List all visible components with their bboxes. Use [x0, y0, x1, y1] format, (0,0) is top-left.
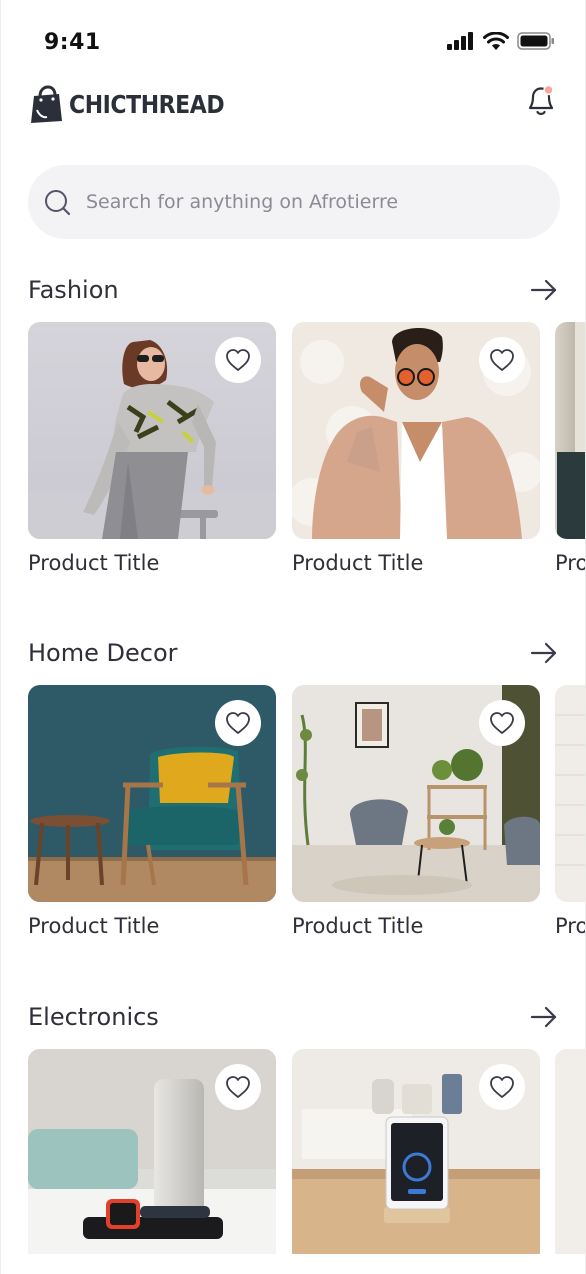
product-card[interactable]: Product Title [292, 322, 540, 575]
heart-icon [226, 712, 250, 734]
product-title: Product Title [292, 551, 424, 575]
favorite-button[interactable] [215, 700, 261, 746]
product-card[interactable]: Pro [555, 322, 586, 575]
favorite-button[interactable] [215, 1064, 261, 1110]
product-title: Product Title [28, 551, 160, 575]
product-card[interactable]: Product Title [292, 685, 540, 938]
wifi-icon [483, 32, 509, 50]
product-card[interactable] [555, 1049, 585, 1266]
product-image[interactable] [292, 1049, 540, 1266]
search-input[interactable] [86, 165, 546, 239]
product-card[interactable] [292, 1049, 540, 1266]
bag-logo-icon [31, 85, 62, 123]
product-carousel[interactable] [28, 1049, 585, 1274]
heart-icon [490, 1076, 514, 1098]
search-bar[interactable] [28, 165, 560, 239]
product-card[interactable]: Pro [555, 685, 586, 938]
product-image[interactable] [292, 322, 540, 539]
brick-wall-image [555, 714, 585, 866]
product-card[interactable]: Product Title [28, 322, 276, 575]
product-carousel[interactable]: Product Title Product Title Pro [28, 322, 586, 582]
product-title-partial: Pro [555, 914, 586, 938]
product-card[interactable]: Product Title [28, 685, 276, 938]
favorite-button[interactable] [479, 700, 525, 746]
arrow-right-icon[interactable] [530, 278, 558, 302]
heart-icon [490, 349, 514, 371]
heart-icon [490, 712, 514, 734]
signal-icon [447, 32, 473, 50]
product-image[interactable] [292, 685, 540, 902]
app-screen: 9:41 CHICTHREAD Search for anything on A… [0, 0, 586, 1274]
screen-bottom-edge [1, 1254, 585, 1274]
favorite-button[interactable] [479, 1064, 525, 1110]
product-image[interactable] [555, 1049, 585, 1266]
product-image[interactable] [28, 1049, 276, 1266]
brand-name: CHICTHREAD [69, 89, 225, 119]
product-image[interactable] [555, 322, 585, 539]
arrow-right-icon[interactable] [530, 641, 558, 665]
product-image[interactable] [555, 685, 585, 902]
section-header: Home Decor [28, 633, 560, 673]
section-header: Electronics [28, 997, 560, 1037]
app-header: CHICTHREAD [1, 80, 585, 140]
product-image[interactable] [28, 322, 276, 539]
product-carousel[interactable]: Product Title Product Title Pro [28, 685, 586, 945]
favorite-button[interactable] [215, 337, 261, 383]
section-title: Fashion [28, 276, 119, 304]
kitchen-partial-image [555, 1049, 585, 1266]
bell-icon [528, 84, 554, 115]
battery-icon [517, 32, 554, 50]
status-icons [447, 32, 555, 50]
section-title: Home Decor [28, 639, 178, 667]
heart-icon [226, 1076, 250, 1098]
arrow-right-icon[interactable] [530, 1005, 558, 1029]
section-header: Fashion [28, 270, 560, 310]
fashion-street-image [557, 322, 585, 539]
product-title: Product Title [28, 914, 160, 938]
product-image[interactable] [28, 685, 276, 902]
product-card[interactable] [28, 1049, 276, 1266]
product-title-partial: Pro [555, 551, 586, 575]
status-bar: 9:41 [1, 0, 585, 80]
product-title: Product Title [292, 914, 424, 938]
heart-icon [226, 349, 250, 371]
search-icon [45, 190, 71, 216]
favorite-button[interactable] [479, 337, 525, 383]
notifications-button[interactable] [525, 82, 557, 118]
status-time: 9:41 [44, 30, 101, 55]
section-title: Electronics [28, 1003, 159, 1031]
brand-logo[interactable]: CHICTHREAD [29, 84, 245, 124]
